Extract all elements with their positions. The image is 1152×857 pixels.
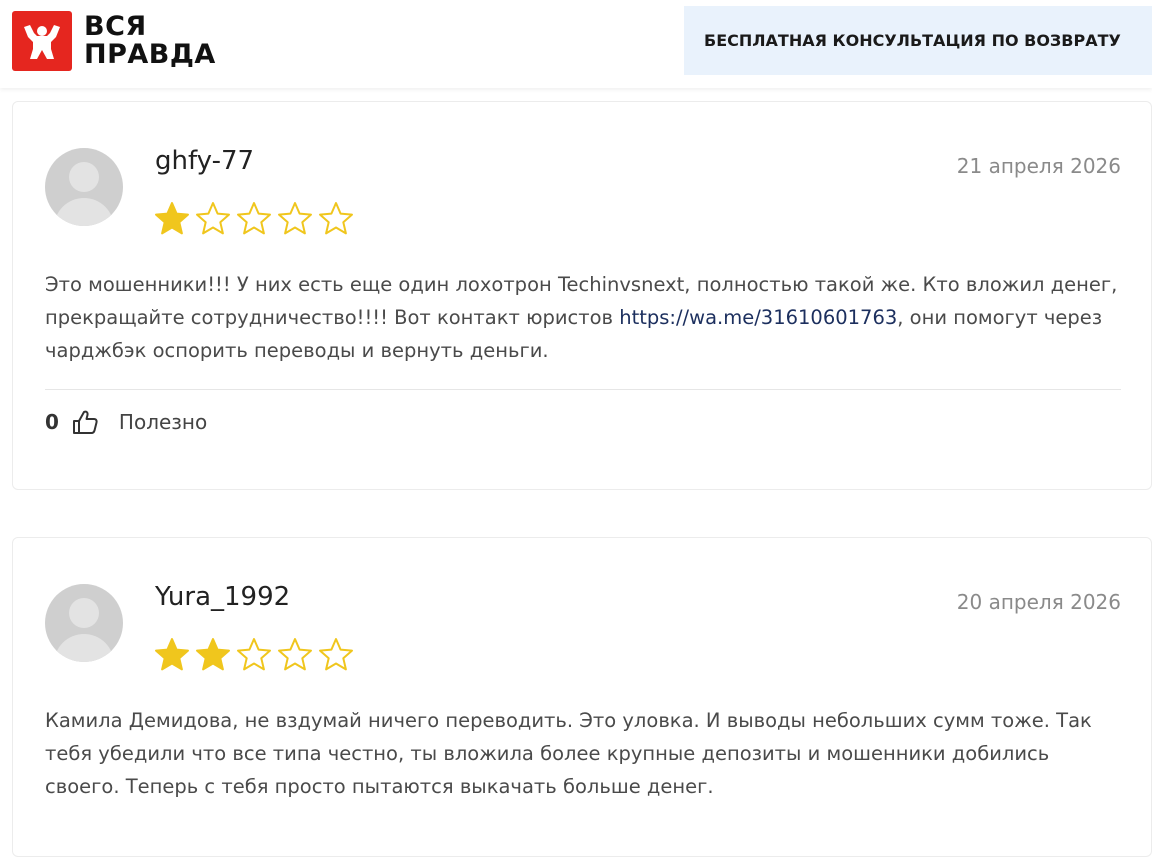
star-empty-icon — [278, 638, 312, 671]
review-author: Yura_1992 — [155, 582, 291, 612]
logo-line-2: ПРАВДА — [84, 39, 216, 70]
review-date: 20 апреля 2026 — [956, 590, 1121, 614]
review-date: 21 апреля 2026 — [956, 154, 1121, 178]
star-filled-icon — [196, 638, 230, 671]
star-empty-icon — [237, 202, 271, 235]
star-filled-icon — [155, 202, 189, 235]
thumbs-up-icon[interactable] — [71, 408, 99, 436]
strongman-icon — [24, 25, 60, 59]
logo-badge — [12, 11, 72, 71]
lawyer-contact-link[interactable]: https://wa.me/31610601763 — [619, 306, 897, 329]
helpful-vote: 0 Полезно — [45, 408, 207, 436]
star-filled-icon — [155, 638, 189, 671]
site-logo[interactable]: ВСЯ ПРАВДА — [12, 11, 216, 71]
avatar — [45, 584, 123, 662]
logo-line-1: ВСЯ — [84, 11, 147, 42]
review-card: ghfy-77 21 апреля 2026 Это мошенники!!! … — [12, 101, 1152, 490]
free-consultation-label: БЕСПЛАТНАЯ КОНСУЛЬТАЦИЯ ПО ВОЗВРАТУ — [704, 31, 1121, 50]
review-author: ghfy-77 — [155, 146, 255, 176]
star-empty-icon — [278, 202, 312, 235]
logo-wordmark: ВСЯ ПРАВДА — [84, 13, 216, 69]
star-empty-icon — [319, 638, 353, 671]
star-empty-icon — [237, 638, 271, 671]
review-card: Yura_1992 20 апреля 2026 Камила Демидова… — [12, 537, 1152, 857]
free-consultation-button[interactable]: БЕСПЛАТНАЯ КОНСУЛЬТАЦИЯ ПО ВОЗВРАТУ — [684, 6, 1152, 75]
helpful-button[interactable]: Полезно — [119, 410, 207, 434]
star-rating — [153, 636, 355, 674]
star-empty-icon — [196, 202, 230, 235]
review-text: Камила Демидова, не вздумай ничего перев… — [45, 709, 1092, 798]
review-text: Это мошенники!!! У них есть еще один лох… — [45, 268, 1125, 367]
star-empty-icon — [319, 202, 353, 235]
helpful-count: 0 — [45, 410, 59, 434]
avatar — [45, 148, 123, 226]
star-rating — [153, 200, 355, 238]
site-header: ВСЯ ПРАВДА БЕСПЛАТНАЯ КОНСУЛЬТАЦИЯ ПО ВО… — [0, 0, 1152, 88]
divider — [45, 389, 1121, 390]
